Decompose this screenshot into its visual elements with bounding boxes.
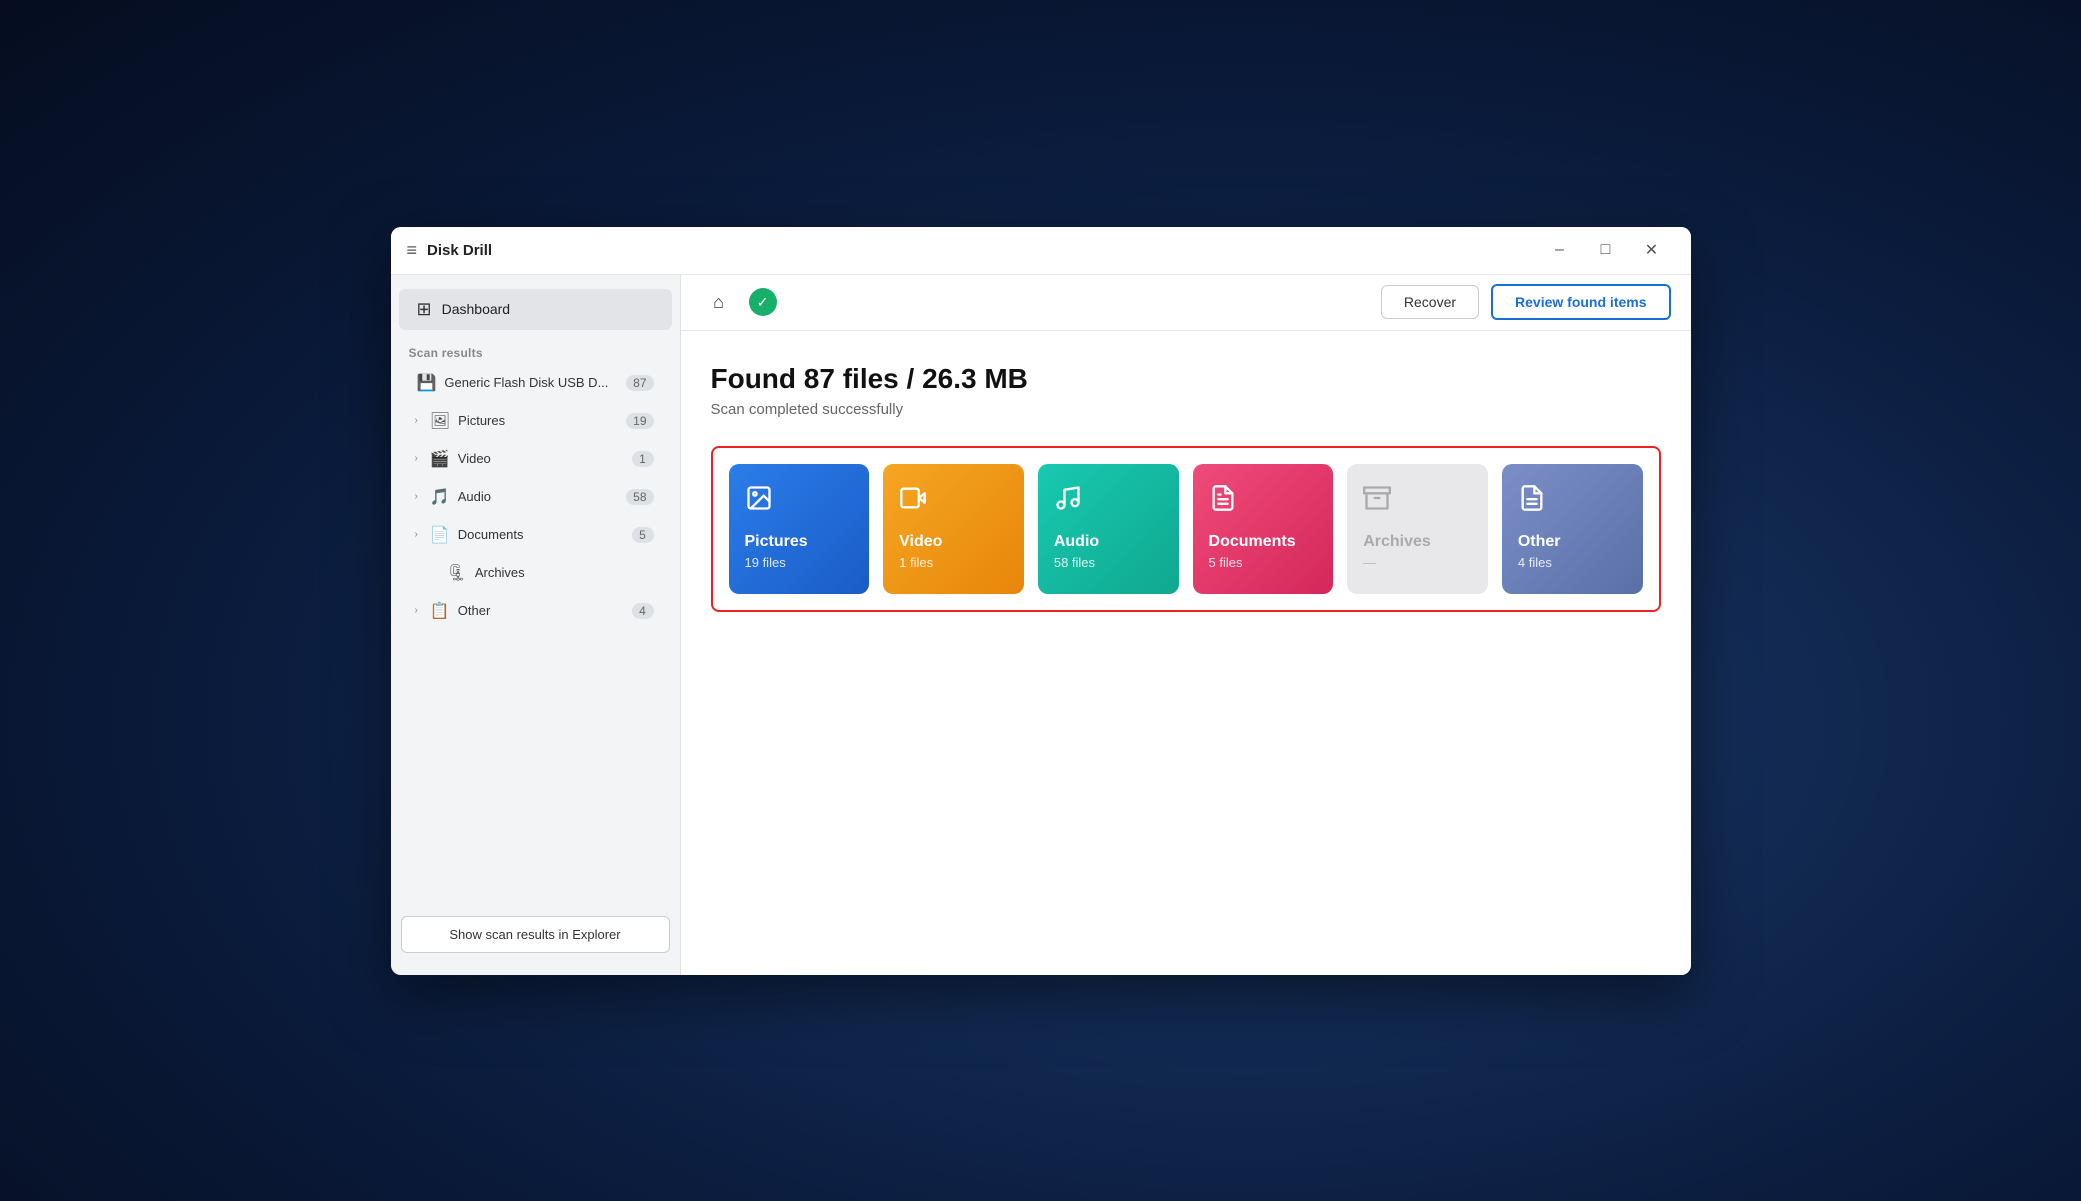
video-card-count: 1 files (899, 555, 933, 570)
audio-card-title: Audio (1054, 533, 1099, 551)
chevron-icon: › (415, 605, 418, 616)
other-label: Other (458, 603, 624, 618)
audio-label: Audio (458, 489, 618, 504)
audio-count: 58 (626, 489, 653, 505)
video-label: Video (458, 451, 624, 466)
card-archives[interactable]: Archives — (1347, 464, 1488, 594)
recover-button[interactable]: Recover (1381, 285, 1479, 319)
pictures-count: 19 (626, 413, 653, 429)
content-area: Found 87 files / 26.3 MB Scan completed … (681, 331, 1691, 975)
sidebar-item-dashboard[interactable]: ⊞ Dashboard (399, 289, 672, 330)
status-check-icon: ✓ (749, 288, 777, 316)
close-button[interactable]: ✕ (1629, 234, 1675, 266)
documents-label: Documents (458, 527, 624, 542)
found-subtitle: Scan completed successfully (711, 401, 1661, 418)
archives-card-icon (1363, 484, 1391, 519)
card-video[interactable]: Video 1 files (883, 464, 1024, 594)
video-card-title: Video (899, 533, 942, 551)
toolbar: ⌂ ✓ Recover Review found items (681, 275, 1691, 331)
chevron-icon: › (415, 453, 418, 464)
video-count: 1 (632, 451, 654, 467)
chevron-icon: › (415, 415, 418, 426)
other-card-title: Other (1518, 533, 1561, 551)
review-found-items-button[interactable]: Review found items (1491, 284, 1670, 320)
check-icon: ✓ (757, 294, 769, 311)
sidebar-item-audio[interactable]: › 🎵 Audio 58 (399, 479, 672, 515)
documents-count: 5 (632, 527, 654, 543)
dashboard-icon: ⊞ (417, 299, 432, 320)
file-type-cards: Pictures 19 files Video 1 files (711, 446, 1661, 612)
pictures-icon: 🖼 (430, 411, 450, 431)
sidebar-disk-item[interactable]: 💾 Generic Flash Disk USB D... 87 (399, 365, 672, 401)
card-documents[interactable]: Documents 5 files (1193, 464, 1334, 594)
sidebar-footer: Show scan results in Explorer (391, 904, 680, 965)
video-icon: 🎬 (430, 449, 450, 469)
titlebar: ≡ Disk Drill – □ ✕ (391, 227, 1691, 275)
other-card-count: 4 files (1518, 555, 1552, 570)
video-card-icon (899, 484, 927, 519)
audio-card-icon (1054, 484, 1082, 519)
sidebar-item-archives[interactable]: 🗜 Archives (399, 555, 672, 591)
pictures-label: Pictures (458, 413, 618, 428)
main-layout: ⊞ Dashboard Scan results 💾 Generic Flash… (391, 275, 1691, 975)
app-window: ≡ Disk Drill – □ ✕ ⊞ Dashboard Scan resu… (391, 227, 1691, 975)
chevron-icon: › (415, 529, 418, 540)
found-title: Found 87 files / 26.3 MB (711, 363, 1661, 395)
archives-card-title: Archives (1363, 533, 1431, 551)
documents-icon: 📄 (430, 525, 450, 545)
card-audio[interactable]: Audio 58 files (1038, 464, 1179, 594)
audio-card-count: 58 files (1054, 555, 1095, 570)
documents-card-title: Documents (1209, 533, 1296, 551)
sidebar-item-other[interactable]: › 📋 Other 4 (399, 593, 672, 629)
pictures-card-title: Pictures (745, 533, 808, 551)
chevron-icon: › (415, 491, 418, 502)
other-count: 4 (632, 603, 654, 619)
dashboard-label: Dashboard (442, 301, 511, 317)
archives-icon: 🗜 (447, 563, 467, 583)
app-title: Disk Drill (427, 242, 492, 259)
disk-count: 87 (626, 375, 653, 391)
sidebar-item-pictures[interactable]: › 🖼 Pictures 19 (399, 403, 672, 439)
documents-card-icon (1209, 484, 1237, 519)
documents-card-count: 5 files (1209, 555, 1243, 570)
content-panel: ⌂ ✓ Recover Review found items Found 87 … (681, 275, 1691, 975)
other-card-icon (1518, 484, 1546, 519)
archives-card-count: — (1363, 555, 1376, 570)
card-pictures[interactable]: Pictures 19 files (729, 464, 870, 594)
home-button[interactable]: ⌂ (701, 284, 737, 320)
show-in-explorer-button[interactable]: Show scan results in Explorer (401, 916, 670, 953)
minimize-button[interactable]: – (1537, 234, 1583, 266)
pictures-card-count: 19 files (745, 555, 786, 570)
sidebar-item-video[interactable]: › 🎬 Video 1 (399, 441, 672, 477)
disk-label: Generic Flash Disk USB D... (444, 375, 618, 390)
audio-icon: 🎵 (430, 487, 450, 507)
menu-icon[interactable]: ≡ (407, 240, 418, 261)
sidebar-item-documents[interactable]: › 📄 Documents 5 (399, 517, 672, 553)
card-other[interactable]: Other 4 files (1502, 464, 1643, 594)
other-icon: 📋 (430, 601, 450, 621)
maximize-button[interactable]: □ (1583, 234, 1629, 266)
archives-label: Archives (475, 565, 654, 580)
disk-icon: 💾 (417, 373, 437, 393)
pictures-card-icon (745, 484, 773, 519)
sidebar: ⊞ Dashboard Scan results 💾 Generic Flash… (391, 275, 681, 975)
home-icon: ⌂ (713, 292, 724, 313)
scan-results-section-title: Scan results (391, 334, 680, 364)
